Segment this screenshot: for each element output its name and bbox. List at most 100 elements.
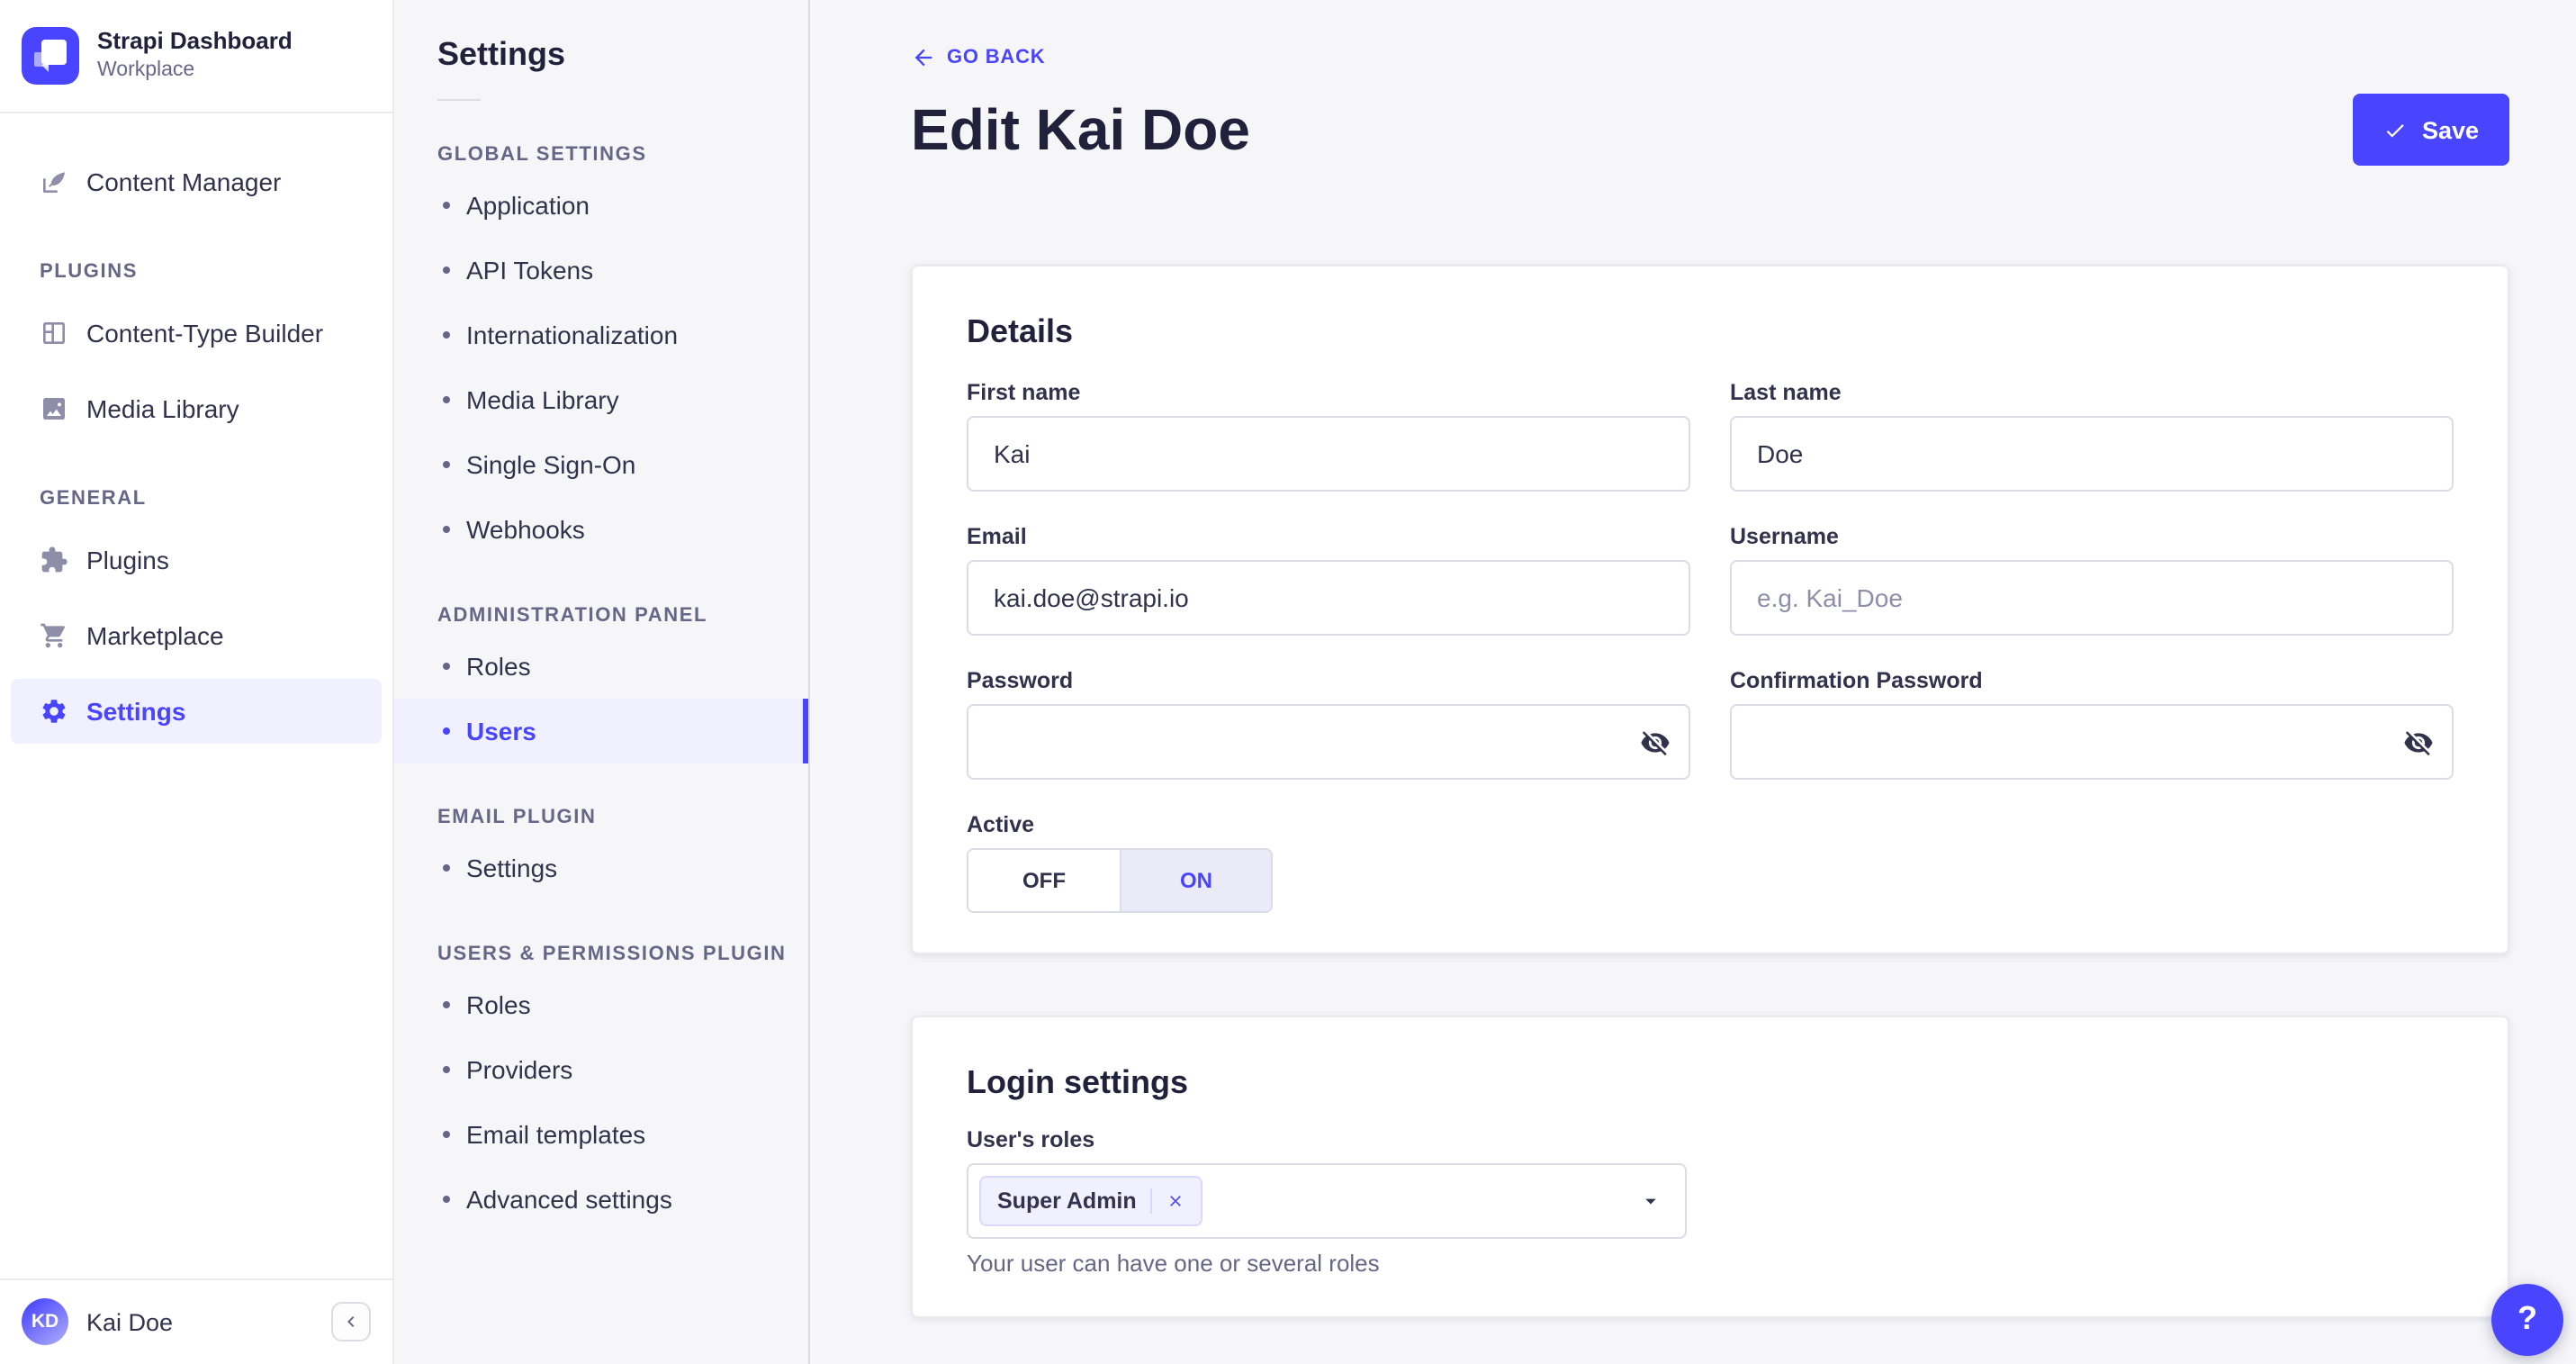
subnav-item-up-advanced-settings[interactable]: Advanced settings (394, 1167, 808, 1232)
subnav-item-application[interactable]: Application (394, 173, 808, 238)
sidebar-item-label: Content-Type Builder (86, 319, 324, 348)
sidebar-item-label: Plugins (86, 546, 169, 574)
divider (437, 99, 481, 101)
confirmation-password-field: Confirmation Password (1730, 668, 2454, 780)
subnav-section-users-permissions: USERS & PERMISSIONS PLUGIN Roles Provide… (394, 944, 808, 1232)
remove-role-button[interactable] (1167, 1192, 1185, 1210)
login-settings-title: Login settings (967, 1064, 1188, 1100)
subnav-item-up-providers[interactable]: Providers (394, 1037, 808, 1102)
password-field: Password (967, 668, 1690, 780)
subnav-item-internationalization[interactable]: Internationalization (394, 303, 808, 367)
active-toggle-on[interactable]: ON (1120, 850, 1271, 911)
username-field: Username (1730, 524, 2454, 636)
sidebar-nav: Content Manager PLUGINS Content-Type Bui… (0, 113, 392, 1278)
subnav-section-title: USERS & PERMISSIONS PLUGIN (437, 944, 787, 965)
bullet-icon (443, 526, 450, 533)
username-label: Username (1730, 524, 1839, 549)
subnav-section-title: EMAIL PLUGIN (437, 807, 597, 828)
password-input[interactable] (967, 704, 1690, 780)
bullet-icon (443, 727, 450, 735)
email-input[interactable] (967, 560, 1690, 636)
eye-off-icon (2402, 727, 2433, 757)
bullet-icon (443, 663, 450, 670)
last-name-field: Last name (1730, 380, 2454, 492)
first-name-field: First name (967, 380, 1690, 492)
go-back-link[interactable]: GO BACK (911, 45, 1046, 70)
bullet-icon (443, 1001, 450, 1008)
sidebar-item-label: Media Library (86, 394, 239, 423)
sidebar-item-media-library[interactable]: Media Library (11, 376, 382, 441)
bullet-icon (443, 461, 450, 468)
subnav-item-api-tokens[interactable]: API Tokens (394, 238, 808, 303)
subnav-item-media-library[interactable]: Media Library (394, 367, 808, 432)
page-header: Edit Kai Doe Save (911, 94, 2509, 166)
workspace-switcher[interactable]: Strapi Dashboard Workplace (0, 0, 392, 113)
sidebar-item-label: Marketplace (86, 621, 224, 650)
active-field: Active OFF ON (967, 812, 1690, 913)
confirmation-password-input[interactable] (1730, 704, 2454, 780)
bullet-icon (443, 331, 450, 339)
subnav-item-admin-roles[interactable]: Roles (394, 634, 808, 699)
close-icon (1167, 1192, 1185, 1210)
first-name-label: First name (967, 380, 1081, 405)
username-input[interactable] (1730, 560, 2454, 636)
strapi-logo-icon (22, 27, 79, 85)
sidebar-item-plugins[interactable]: Plugins (11, 528, 382, 592)
eye-off-icon (1639, 727, 1670, 757)
sidebar-item-label: Settings (86, 697, 186, 726)
bullet-icon (443, 396, 450, 403)
brand-title: Strapi Dashboard (97, 27, 293, 55)
subnav-item-admin-users[interactable]: Users (394, 699, 808, 763)
role-tag-super-admin: Super Admin (979, 1176, 1203, 1226)
details-fields: First name Last name Email Username Pass (967, 380, 2454, 913)
shopping-cart-icon (40, 621, 68, 650)
user-name: Kai Doe (86, 1308, 174, 1335)
user-roles-label: User's roles (967, 1127, 1095, 1152)
settings-subnav: Settings GLOBAL SETTINGS Application API… (394, 0, 810, 1364)
sidebar-section-general: GENERAL Plugins Marketplace Settings (0, 488, 392, 744)
chevron-left-icon (340, 1311, 362, 1332)
email-field: Email (967, 524, 1690, 636)
sidebar-footer: KD Kai Doe (0, 1278, 392, 1364)
main-content: GO BACK Edit Kai Doe Save Details First … (810, 0, 2576, 1364)
bullet-icon (443, 1196, 450, 1203)
toggle-confirmation-visibility-button[interactable] (2383, 706, 2452, 778)
sidebar-item-label: Content Manager (86, 167, 282, 196)
sidebar-item-marketplace[interactable]: Marketplace (11, 603, 382, 668)
subnav-item-up-email-templates[interactable]: Email templates (394, 1102, 808, 1167)
first-name-input[interactable] (967, 416, 1690, 492)
brand-text: Strapi Dashboard Workplace (97, 28, 293, 84)
subnav-item-up-roles[interactable]: Roles (394, 972, 808, 1037)
bullet-icon (443, 864, 450, 872)
bullet-icon (443, 1066, 450, 1073)
details-card: Details First name Last name Email Usern… (911, 265, 2509, 954)
collapse-sidebar-button[interactable] (331, 1302, 371, 1341)
active-toggle: OFF ON (967, 848, 1273, 913)
sidebar-item-settings[interactable]: Settings (11, 679, 382, 744)
subnav-section-title: ADMINISTRATION PANEL (437, 605, 708, 627)
subnav-item-email-settings[interactable]: Settings (394, 836, 808, 900)
active-label: Active (967, 812, 1035, 837)
login-settings-card: Login settings User's roles Super Admin … (911, 1016, 2509, 1318)
page-title: Edit Kai Doe (911, 96, 1250, 161)
confirmation-password-label: Confirmation Password (1730, 668, 1983, 693)
sidebar-item-content-type-builder[interactable]: Content-Type Builder (11, 301, 382, 366)
check-icon (2384, 118, 2408, 141)
divider (1150, 1188, 1153, 1214)
subnav-item-webhooks[interactable]: Webhooks (394, 497, 808, 562)
layout-grid-icon (40, 319, 68, 348)
help-button[interactable]: ? (2491, 1283, 2563, 1355)
toggle-password-visibility-button[interactable] (1620, 706, 1689, 778)
user-roles-select[interactable]: Super Admin (967, 1163, 1687, 1239)
feather-pen-icon (40, 167, 68, 196)
avatar: KD (22, 1298, 68, 1345)
bullet-icon (443, 1131, 450, 1138)
last-name-label: Last name (1730, 380, 1842, 405)
brand-subtitle: Workplace (97, 59, 195, 81)
last-name-input[interactable] (1730, 416, 2454, 492)
email-label: Email (967, 524, 1027, 549)
save-button[interactable]: Save (2353, 94, 2509, 166)
active-toggle-off[interactable]: OFF (968, 850, 1120, 911)
subnav-item-single-sign-on[interactable]: Single Sign-On (394, 432, 808, 497)
sidebar-item-content-manager[interactable]: Content Manager (11, 149, 382, 214)
